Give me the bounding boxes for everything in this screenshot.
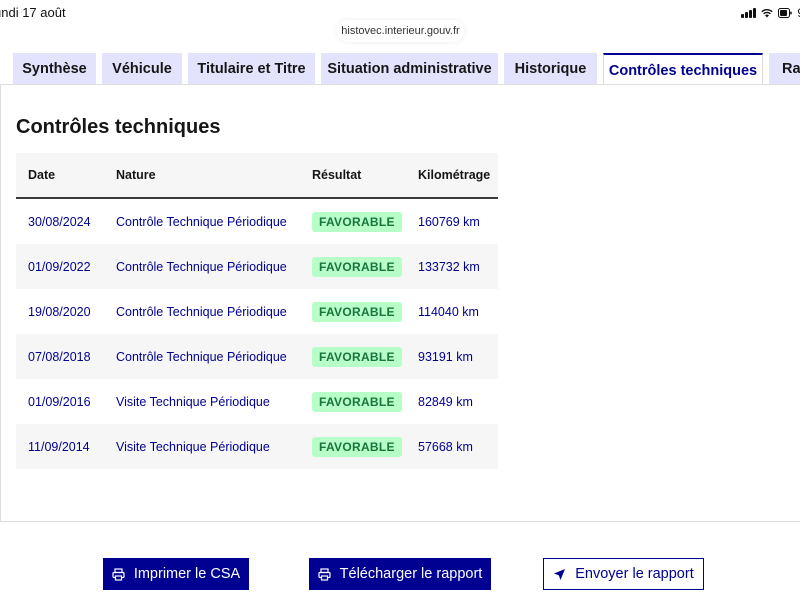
row-nature: Contrôle Technique Périodique <box>116 305 287 319</box>
row-km: 82849 km <box>418 395 473 409</box>
printer-icon <box>112 567 125 581</box>
row-km: 160769 km <box>418 215 480 229</box>
address-bar[interactable]: histovec.interieur.gouv.fr <box>337 20 464 42</box>
status-badge: FAVORABLE <box>312 212 402 232</box>
row-date: 11/09/2014 <box>28 440 90 454</box>
row-nature: Contrôle Technique Périodique <box>116 350 287 364</box>
status-badge: FAVORABLE <box>312 257 402 277</box>
row-km: 114040 km <box>418 305 479 319</box>
page-title: Contrôles techniques <box>16 116 221 138</box>
print-csa-label: Imprimer le CSA <box>133 566 241 582</box>
tab-controles-techniques[interactable]: Contrôles techniques <box>603 53 763 86</box>
cellular-signal-icon <box>741 8 757 18</box>
row-nature: Contrôle Technique Périodique <box>116 215 287 229</box>
status-badge: FAVORABLE <box>312 437 402 457</box>
tab-situation-administrative[interactable]: Situation administrative <box>321 53 498 85</box>
row-nature: Contrôle Technique Périodique <box>116 260 287 274</box>
tab-historique[interactable]: Historique <box>504 53 597 85</box>
row-date: 01/09/2022 <box>28 260 91 274</box>
status-date: undi 17 août <box>0 5 66 20</box>
table-row: 30/08/2024 Contrôle Technique Périodique… <box>16 199 498 244</box>
status-badge: FAVORABLE <box>312 347 402 367</box>
row-date: 30/08/2024 <box>28 215 91 229</box>
tab-bar: Synthèse Véhicule Titulaire et Titre Sit… <box>0 53 800 86</box>
row-date: 19/08/2020 <box>28 305 91 319</box>
download-report-label: Télécharger le rapport <box>339 566 483 582</box>
send-report-button[interactable]: Envoyer le rapport <box>543 558 704 590</box>
row-km: 57668 km <box>418 440 473 454</box>
table-row: 01/09/2022 Contrôle Technique Périodique… <box>16 244 498 289</box>
print-csa-button[interactable]: Imprimer le CSA <box>103 558 249 590</box>
controls-table: Date Nature Résultat Kilométrage 30/08/2… <box>16 153 498 469</box>
table-row: 07/08/2018 Contrôle Technique Périodique… <box>16 334 498 379</box>
table-header: Date Nature Résultat Kilométrage <box>16 153 498 199</box>
tab-rapport[interactable]: Rap <box>769 53 800 85</box>
wifi-icon <box>761 9 773 18</box>
row-nature: Visite Technique Périodique <box>116 440 270 454</box>
send-report-label: Envoyer le rapport <box>575 566 694 582</box>
download-report-button[interactable]: Télécharger le rapport <box>309 558 491 590</box>
row-date: 07/08/2018 <box>28 350 91 364</box>
tab-vehicule[interactable]: Véhicule <box>102 53 182 85</box>
tab-titulaire-et-titre[interactable]: Titulaire et Titre <box>188 53 315 85</box>
row-date: 01/09/2016 <box>28 395 91 409</box>
table-row: 11/09/2014 Visite Technique Périodique F… <box>16 424 498 469</box>
table-row: 19/08/2020 Contrôle Technique Périodique… <box>16 289 498 334</box>
battery-icon <box>778 8 793 18</box>
send-arrow-icon <box>554 568 566 580</box>
row-km: 93191 km <box>418 350 473 364</box>
header-result: Résultat <box>312 168 362 182</box>
tab-synthese[interactable]: Synthèse <box>13 53 96 85</box>
header-date: Date <box>28 168 56 182</box>
printer-icon <box>318 567 331 581</box>
status-indicators: 9 <box>741 6 800 20</box>
row-nature: Visite Technique Périodique <box>116 395 270 409</box>
header-km: Kilométrage <box>418 168 491 182</box>
row-km: 133732 km <box>418 260 480 274</box>
status-badge: FAVORABLE <box>312 302 402 322</box>
header-nature: Nature <box>116 168 156 182</box>
table-row: 01/09/2016 Visite Technique Périodique F… <box>16 379 498 424</box>
status-badge: FAVORABLE <box>312 392 402 412</box>
